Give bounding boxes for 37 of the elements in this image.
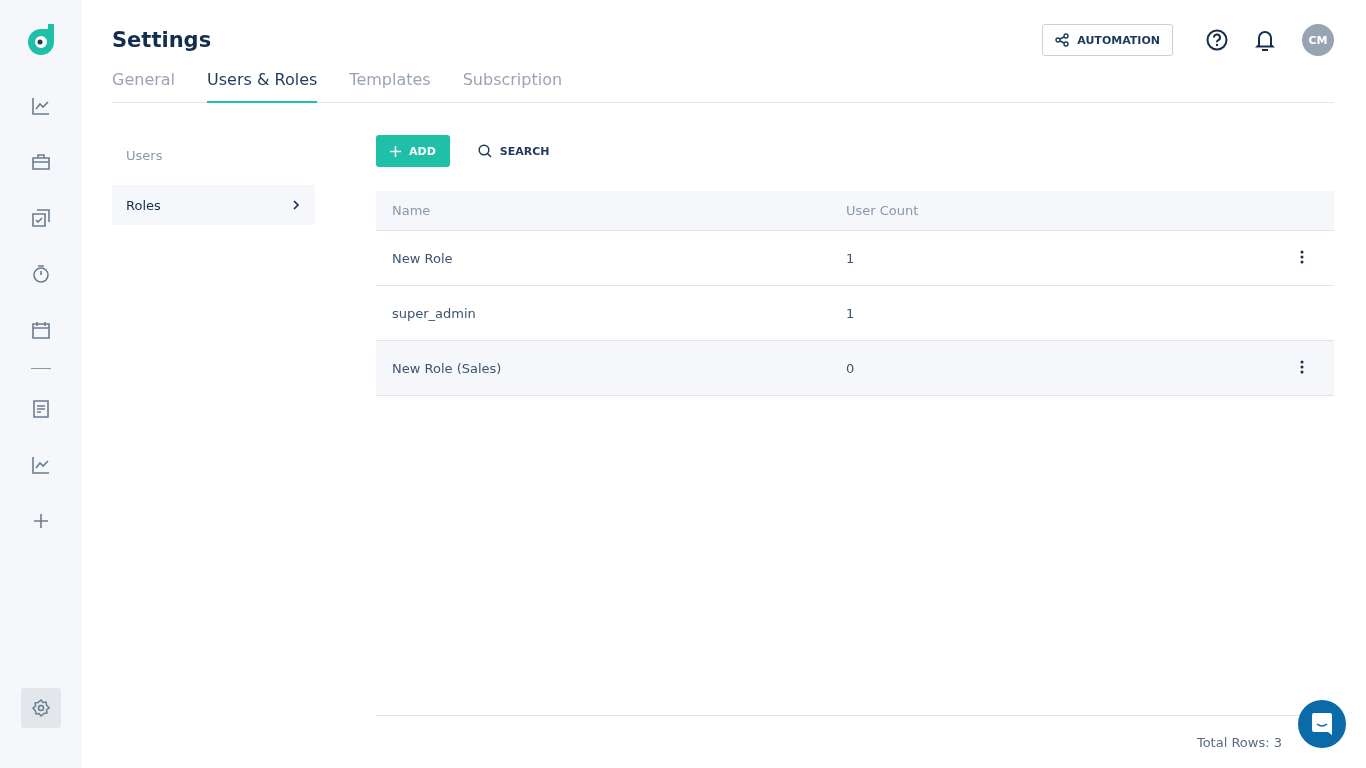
page-title: Settings [112, 28, 213, 52]
role-name-cell-text: super_admin [391, 305, 477, 321]
tab[interactable]: Users & Roles [207, 70, 318, 103]
total-rows-text: Total Rows: 3 [1196, 734, 1282, 750]
search-icon [477, 144, 492, 158]
bell-icon[interactable] [1254, 29, 1276, 51]
search-button[interactable]: SEARCH [471, 144, 556, 158]
plus-icon [390, 145, 401, 157]
settings-icon[interactable] [31, 698, 51, 718]
document-icon[interactable] [31, 399, 51, 419]
briefcase-icon[interactable] [31, 152, 51, 172]
chat-button[interactable] [1298, 700, 1346, 748]
user-count-cell-text: 0 [845, 360, 856, 376]
role-name-cell-text: New Role (Sales) [391, 360, 503, 376]
line-chart-icon[interactable] [31, 455, 51, 475]
chat-bubble-icon [1311, 712, 1333, 736]
automation-button[interactable]: AUTOMATION [1042, 24, 1173, 56]
checklist-icon[interactable] [31, 208, 51, 228]
chevron-right-icon [291, 200, 301, 210]
settings-button[interactable] [21, 688, 61, 728]
logo-icon[interactable] [26, 24, 56, 56]
table-row[interactable]: New Role (Sales) 0 [376, 341, 1334, 396]
stopwatch-icon[interactable] [31, 264, 51, 284]
user-count-cell-text: 1 [845, 305, 856, 321]
help-icon[interactable] [1206, 29, 1228, 51]
user-count-cell-text: 1 [845, 250, 856, 266]
line-chart-icon[interactable] [31, 96, 51, 116]
share-nodes-icon [1055, 33, 1070, 47]
calendar-icon[interactable] [31, 320, 51, 340]
table-row[interactable]: New Role 1 [376, 231, 1334, 286]
plus-icon[interactable] [31, 511, 51, 531]
subnav-label: Users [126, 147, 163, 163]
role-name-cell-text: New Role [391, 250, 454, 266]
column-header: User Count [845, 203, 920, 218]
column-header: Name [391, 203, 432, 218]
subnav-label: Roles [126, 197, 161, 213]
subnav-item[interactable]: Roles [112, 185, 315, 225]
